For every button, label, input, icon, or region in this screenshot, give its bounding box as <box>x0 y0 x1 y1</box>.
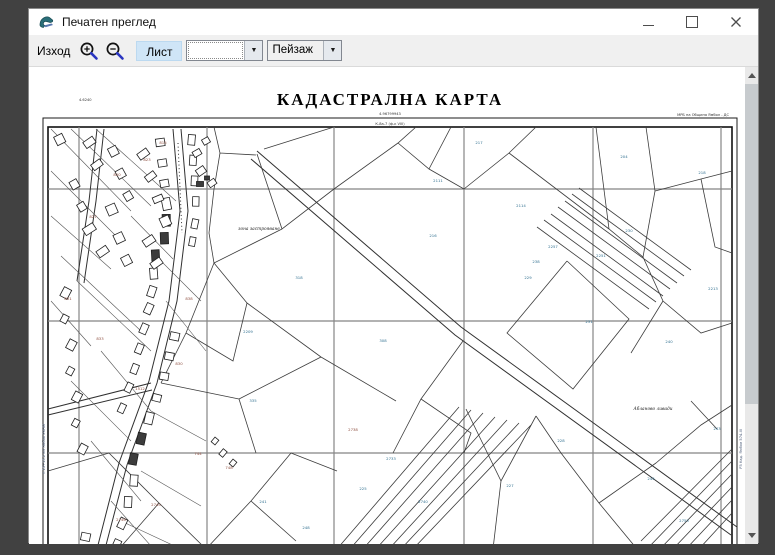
toolbar: Изход Лист ▼ Пейзаж ▼ <box>29 35 758 67</box>
minimize-icon <box>643 25 654 26</box>
sheet-combobox-value[interactable] <box>187 41 244 60</box>
svg-text:228: 228 <box>557 438 565 443</box>
sheet-label: Лист <box>136 41 182 61</box>
sheet-combobox-arrow-icon[interactable]: ▼ <box>244 41 262 60</box>
svg-text:838: 838 <box>185 296 193 301</box>
svg-text:216: 216 <box>429 233 437 238</box>
window-controls <box>626 9 758 35</box>
preview-client-area: КАДАСТРАЛНА КАРТА 4.96799943 К-8а-7 (ф-к… <box>29 67 758 544</box>
orientation-combobox[interactable]: Пейзаж ▼ <box>267 40 342 61</box>
zoom-in-icon[interactable] <box>78 40 100 62</box>
svg-text:Абланово ливади: Абланово ливади <box>632 407 672 412</box>
corner-label-top-left: 4.6240 <box>79 98 92 102</box>
svg-text:2209: 2209 <box>243 329 253 334</box>
svg-text:204: 204 <box>620 154 628 159</box>
svg-text:831: 831 <box>64 296 72 301</box>
orientation-combobox-value[interactable]: Пейзаж <box>268 41 323 60</box>
desktop-background: { "window": { "title": "Печатен преглед"… <box>0 0 775 555</box>
svg-text:240: 240 <box>665 339 673 344</box>
scrollbar-thumb[interactable] <box>745 84 758 404</box>
svg-text:830: 830 <box>175 361 183 366</box>
svg-text:229: 229 <box>524 275 532 280</box>
svg-text:1512: 1512 <box>135 386 145 391</box>
map-subtitle-2: К-8а-7 (ф-к VIII) <box>375 122 405 126</box>
scroll-up-button[interactable] <box>745 67 758 84</box>
svg-text:2746: 2746 <box>116 517 126 522</box>
svg-text:245: 245 <box>647 476 655 481</box>
svg-text:217: 217 <box>475 140 483 145</box>
vertical-scrollbar[interactable] <box>745 67 758 544</box>
print-preview-window: Печатен преглед Изход <box>28 8 759 543</box>
map-title: КАДАСТРАЛНА КАРТА <box>277 90 503 109</box>
sheet-combobox[interactable]: ▼ <box>186 40 263 61</box>
map-page: КАДАСТРАЛНА КАРТА 4.96799943 К-8а-7 (ф-к… <box>29 67 746 544</box>
maximize-button[interactable] <box>670 9 714 35</box>
close-button[interactable] <box>714 9 758 35</box>
svg-text:2213: 2213 <box>708 286 718 291</box>
scroll-down-button[interactable] <box>745 527 758 544</box>
svg-text:зона застрояване: зона застрояване <box>238 227 280 232</box>
svg-text:815: 815 <box>159 140 167 145</box>
close-icon <box>730 16 742 28</box>
svg-text:823: 823 <box>143 157 151 162</box>
exit-button[interactable]: Изход <box>37 44 70 58</box>
svg-text:748: 748 <box>225 465 233 470</box>
cadastral-map: КАДАСТРАЛНА КАРТА 4.96799943 К-8а-7 (ф-к… <box>29 67 746 544</box>
window-title: Печатен преглед <box>62 15 156 29</box>
svg-text:2733: 2733 <box>386 456 396 461</box>
scroll-down-icon <box>748 533 756 538</box>
svg-text:318: 318 <box>295 275 303 280</box>
svg-text:308: 308 <box>379 338 387 343</box>
svg-text:218: 218 <box>698 170 706 175</box>
title-bar[interactable]: Печатен преглед <box>29 9 758 35</box>
svg-text:248: 248 <box>302 525 310 530</box>
area-labels: зона застрояване Абланово ливади <box>238 227 673 412</box>
svg-text:231: 231 <box>585 319 593 324</box>
svg-text:2257: 2257 <box>548 244 558 249</box>
buildings <box>54 133 237 544</box>
svg-text:744: 744 <box>194 451 202 456</box>
svg-text:2740: 2740 <box>418 499 428 504</box>
edge-label-left: п.15+15.2 км Ямбол ЕКНМ <box>42 424 46 474</box>
svg-text:827: 827 <box>89 214 97 219</box>
maximize-icon <box>686 16 698 28</box>
svg-text:238: 238 <box>532 259 540 264</box>
svg-text:2745: 2745 <box>151 502 161 507</box>
edge-label-right: РЗ Кад. Ямбол 574-III <box>739 429 743 469</box>
svg-text:833: 833 <box>96 336 104 341</box>
roads <box>48 129 737 544</box>
orientation-combobox-arrow-icon[interactable]: ▼ <box>323 41 341 60</box>
svg-text:227: 227 <box>506 483 514 488</box>
svg-text:2251: 2251 <box>596 253 606 258</box>
scroll-up-icon <box>748 73 756 78</box>
svg-text:820: 820 <box>113 172 121 177</box>
map-subtitle-1: 4.96799943 <box>379 112 401 116</box>
app-icon <box>38 13 56 31</box>
svg-text:241: 241 <box>259 499 267 504</box>
svg-text:335: 335 <box>249 398 257 403</box>
corner-label-top-right: МРБ на Община Ямбол - ДС <box>677 113 729 117</box>
svg-text:225: 225 <box>359 486 367 491</box>
zoom-out-icon[interactable] <box>104 40 126 62</box>
svg-text:2111: 2111 <box>433 178 443 183</box>
svg-text:2753: 2753 <box>679 518 689 523</box>
minimize-button[interactable] <box>626 9 670 35</box>
svg-text:243: 243 <box>713 426 721 431</box>
svg-text:2114: 2114 <box>516 203 526 208</box>
svg-text:230: 230 <box>625 228 633 233</box>
svg-text:2738: 2738 <box>348 427 358 432</box>
